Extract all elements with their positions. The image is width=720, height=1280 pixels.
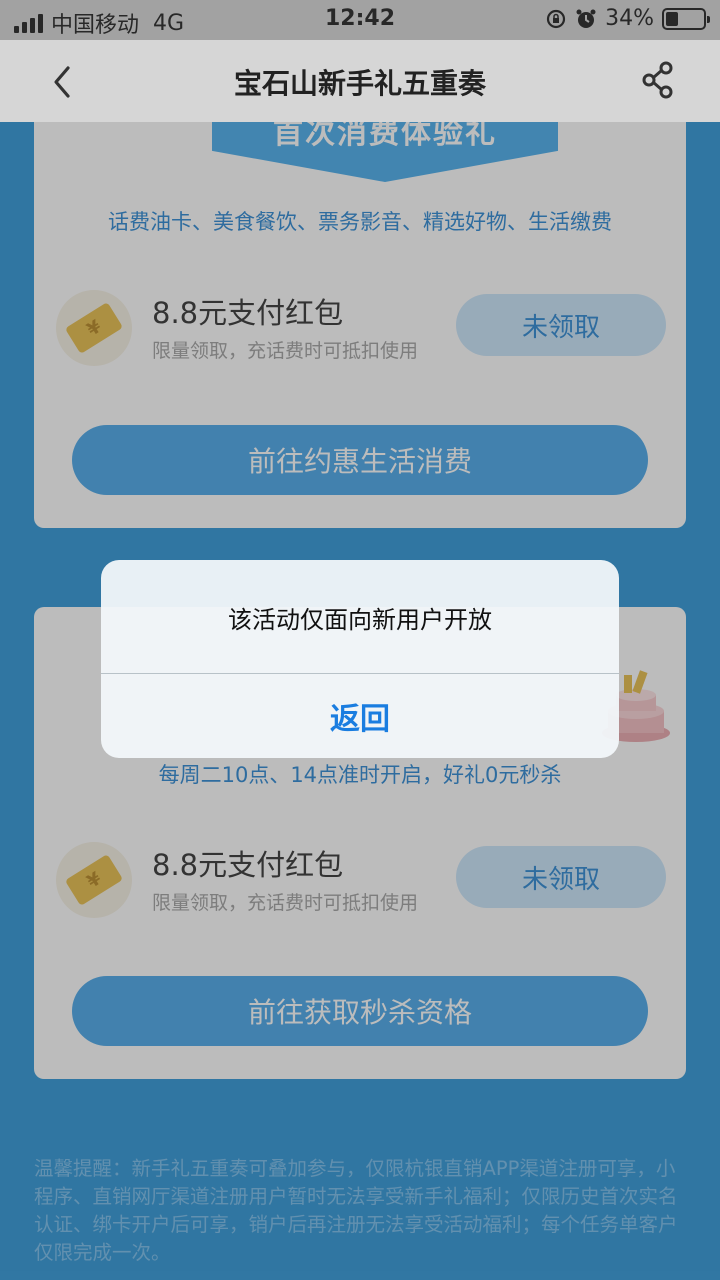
- nav-bar: 宝石山新手礼五重奏: [0, 40, 720, 122]
- alert-message: 该活动仅面向新用户开放: [228, 606, 492, 634]
- share-icon[interactable]: [640, 60, 676, 100]
- page-title: 宝石山新手礼五重奏: [233, 67, 486, 100]
- alert-back-button[interactable]: 返回: [101, 674, 619, 758]
- alert-dialog: 该活动仅面向新用户开放 返回: [101, 560, 619, 758]
